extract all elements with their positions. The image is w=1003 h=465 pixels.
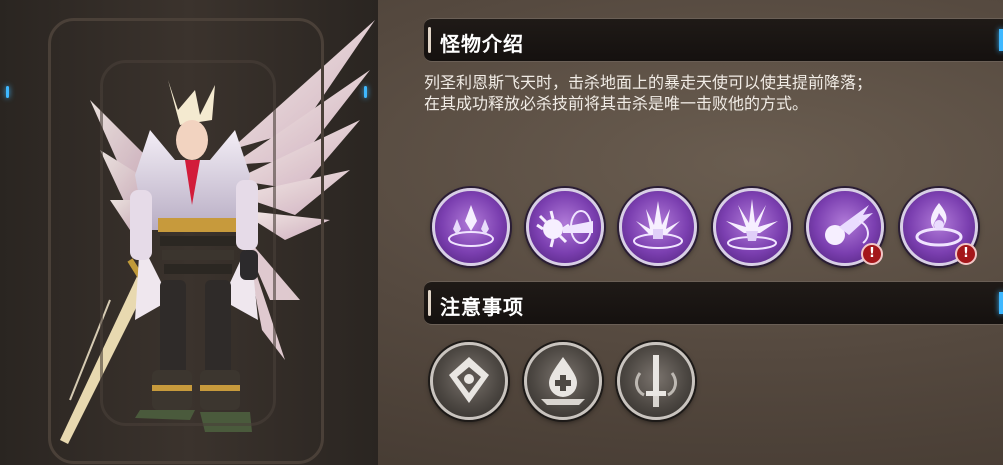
- skill-ground-burst[interactable]: [619, 188, 697, 266]
- ground-burst-icon: [633, 201, 683, 249]
- shield-emblem-icon: [449, 357, 489, 403]
- monster-info-screen: 怪物介绍 列圣利恩斯飞天时，击杀地面上的暴走天使可以使其提前降落； 在其成功释放…: [0, 0, 1003, 465]
- impact-burst-icon: [726, 199, 778, 250]
- skill-impact-burst[interactable]: [713, 188, 791, 266]
- skill-crystal-shards[interactable]: [432, 188, 510, 266]
- sword-crest-icon: [635, 355, 677, 407]
- monster-description: 列圣利恩斯飞天时，击杀地面上的暴走天使可以使其提前降落； 在其成功释放必杀技前将…: [424, 72, 999, 114]
- header-edge-marker: [999, 29, 1003, 51]
- header-edge-marker: [999, 292, 1003, 314]
- healing-drop-icon: [541, 357, 585, 405]
- skill-flame-ring[interactable]: !: [900, 188, 978, 266]
- note-sword-crest[interactable]: [617, 342, 695, 420]
- portrait-inner-frame: [100, 60, 276, 426]
- header-accent-bar: [428, 27, 431, 53]
- description-line-2: 在其成功释放必杀技前将其击杀是唯一击败他的方式。: [424, 94, 809, 113]
- notes-header: 注意事项: [424, 281, 1003, 325]
- note-shield-emblem[interactable]: [430, 342, 508, 420]
- boss-portrait-panel: [0, 0, 378, 465]
- monster-intro-title: 怪物介绍: [440, 32, 524, 56]
- note-healing-drop[interactable]: [524, 342, 602, 420]
- monster-intro-header: 怪物介绍: [424, 18, 1003, 62]
- skill-comet-dash[interactable]: !: [806, 188, 884, 266]
- notes-title: 注意事项: [440, 295, 524, 319]
- crystal-shards-icon: [448, 205, 494, 247]
- description-line-1: 列圣利恩斯飞天时，击杀地面上的暴走天使可以使其提前降落；: [424, 73, 873, 92]
- skill-spiked-spin[interactable]: [526, 188, 604, 266]
- warning-badge: !: [955, 243, 977, 265]
- portrait-left-tick: [6, 86, 9, 98]
- portrait-right-tick: [364, 86, 367, 98]
- warning-badge: !: [861, 243, 883, 265]
- header-accent-bar: [428, 290, 431, 316]
- spiked-spin-icon: [536, 210, 593, 248]
